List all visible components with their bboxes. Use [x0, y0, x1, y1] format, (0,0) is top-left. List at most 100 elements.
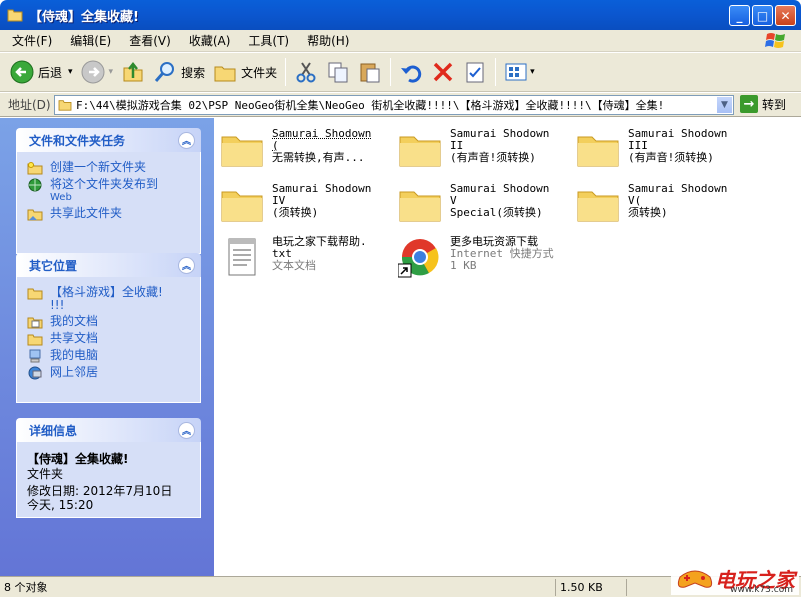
status-size: 1.50 KB — [560, 580, 603, 594]
place-label: 共享文档 — [50, 331, 99, 345]
text-document-icon — [228, 238, 256, 276]
maximize-button[interactable]: □ — [752, 5, 773, 26]
address-dropdown-icon[interactable]: ▼ — [716, 96, 733, 114]
collapse-icon[interactable]: ︽ — [178, 131, 195, 149]
folder-item[interactable]: Samurai Shodown IV (须转换) — [220, 183, 382, 225]
copy-button[interactable] — [322, 55, 354, 89]
place-shared-documents[interactable]: 共享文档 — [27, 332, 192, 346]
details-title: 详细信息 — [29, 423, 78, 438]
menu-bar: 文件(F) 编辑(E) 查看(V) 收藏(A) 工具(T) 帮助(H) — [0, 30, 801, 52]
watermark: 电玩之家 www.k73.com — [671, 561, 799, 595]
delete-button[interactable] — [427, 55, 459, 89]
title-bar[interactable]: 【侍魂】全集收藏! _ □ ✕ — [0, 0, 801, 30]
toolbar: 后退 ▾ ▾ 搜索 文件夹 ▾ — [0, 53, 801, 92]
search-label: 搜索 — [181, 65, 206, 80]
details-header[interactable]: 详细信息 ︽ — [16, 418, 201, 442]
undo-button[interactable] — [395, 55, 427, 89]
views-button[interactable]: ▾ — [500, 55, 539, 89]
watermark-url: www.k73.com — [730, 585, 793, 595]
back-dropdown-icon[interactable]: ▾ — [68, 67, 73, 77]
file-name-line2: (有声音!须转换) — [450, 151, 536, 164]
place-my-computer[interactable]: 我的电脑 — [27, 349, 192, 363]
place-parent-folder[interactable]: 【格斗游戏】全收藏!!!! — [27, 286, 192, 312]
other-places-header[interactable]: 其它位置 ︽ — [16, 253, 201, 277]
shortcut-item[interactable]: 更多电玩资源下载 Internet 快捷方式 1 KB — [398, 236, 560, 278]
collapse-icon[interactable]: ︽ — [178, 421, 195, 439]
search-icon — [154, 62, 175, 82]
go-label: 转到 — [762, 97, 787, 112]
place-network[interactable]: 网上邻居 — [27, 366, 192, 380]
folder-icon — [399, 136, 441, 167]
file-name-line2: (有声音!须转换) — [628, 151, 714, 164]
file-list[interactable]: Samurai Shodown (无需转换,有声... Samurai Shod… — [214, 118, 801, 576]
task-publish-web[interactable]: 将这个文件夹发布到 Web — [27, 178, 192, 204]
file-name: Samurai Shodown IV — [272, 182, 372, 207]
folder-icon — [7, 9, 23, 22]
new-folder-icon — [27, 162, 43, 175]
forward-dropdown-icon[interactable]: ▾ — [109, 67, 114, 77]
folder-item[interactable]: Samurai Shodown V Special(须转换) — [398, 183, 560, 225]
address-path: F:\44\模拟游戏合集 02\PSP NeoGeo街机全集\NeoGeo 街机… — [76, 99, 665, 112]
window-title: 【侍魂】全集收藏! — [29, 9, 139, 25]
address-input[interactable]: F:\44\模拟游戏合集 02\PSP NeoGeo街机全集\NeoGeo 街机… — [54, 95, 734, 115]
views-icon — [505, 63, 527, 81]
folder-item[interactable]: Samurai Shodown II (有声音!须转换) — [398, 128, 560, 170]
menu-file[interactable]: 文件(F) — [6, 32, 58, 49]
paste-icon — [360, 63, 380, 83]
my-computer-icon — [29, 349, 41, 363]
folder-icon — [27, 288, 43, 300]
close-button[interactable]: ✕ — [775, 5, 796, 26]
folders-button[interactable]: 文件夹 — [209, 55, 281, 89]
views-dropdown-icon[interactable]: ▾ — [530, 67, 535, 77]
menu-edit[interactable]: 编辑(E) — [64, 32, 117, 49]
task-label: 将这个文件夹发布到 — [50, 177, 159, 191]
folders-icon — [214, 66, 236, 82]
menu-help[interactable]: 帮助(H) — [301, 32, 355, 49]
file-tasks-header[interactable]: 文件和文件夹任务 ︽ — [16, 128, 201, 152]
folder-item[interactable]: Samurai Shodown (无需转换,有声... — [220, 128, 382, 170]
file-name: Samurai Shodown V( — [628, 182, 728, 207]
file-name-line2: Special(须转换) — [450, 206, 543, 219]
file-name: Samurai Shodown V — [450, 182, 550, 207]
chrome-shortcut-icon — [398, 239, 439, 278]
place-label: 网上邻居 — [50, 365, 99, 379]
folder-icon — [58, 100, 72, 111]
place-label: 【格斗游戏】全收藏! — [50, 285, 163, 299]
menu-tools[interactable]: 工具(T) — [242, 32, 295, 49]
folder-icon — [221, 136, 263, 167]
folder-item[interactable]: Samurai Shodown V(须转换) — [576, 183, 738, 225]
file-tasks-title: 文件和文件夹任务 — [29, 133, 126, 148]
task-label: 创建一个新文件夹 — [50, 160, 147, 174]
go-arrow-icon: → — [740, 95, 758, 113]
other-places-title: 其它位置 — [29, 258, 78, 273]
place-label: 我的文档 — [50, 314, 99, 328]
minimize-button[interactable]: _ — [729, 5, 750, 26]
forward-button[interactable]: ▾ — [77, 55, 118, 89]
paste-button[interactable] — [354, 55, 386, 89]
details-panel: 详细信息 ︽ 【侍魂】全集收藏! 文件夹 修改日期: 2012年7月10日 今天… — [16, 418, 201, 518]
task-new-folder[interactable]: 创建一个新文件夹 — [27, 161, 192, 175]
undo-icon — [401, 65, 422, 83]
back-button[interactable]: 后退 ▾ — [6, 55, 77, 89]
menu-favorites[interactable]: 收藏(A) — [183, 32, 237, 49]
search-button[interactable]: 搜索 — [149, 55, 209, 89]
go-button[interactable]: → 转到 — [740, 95, 786, 113]
up-folder-icon — [123, 61, 143, 82]
task-pane: 文件和文件夹任务 ︽ 创建一个新文件夹 将这个文件夹发布到 Web 共享此文件夹 … — [0, 118, 214, 576]
status-object-count: 8 个对象 — [4, 581, 48, 594]
file-size: 1 KB — [450, 259, 477, 272]
task-share-folder[interactable]: 共享此文件夹 — [27, 207, 192, 221]
status-separator — [626, 578, 627, 596]
place-my-documents[interactable]: 我的文档 — [27, 315, 192, 329]
menu-view[interactable]: 查看(V) — [123, 32, 177, 49]
up-folder-button[interactable] — [117, 55, 149, 89]
text-file-item[interactable]: 电玩之家下载帮助. txt 文本文档 — [220, 236, 382, 278]
folder-icon — [577, 191, 619, 222]
gamepad-logo-icon — [677, 570, 713, 588]
folder-item[interactable]: Samurai Shodown III (有声音!须转换) — [576, 128, 738, 170]
collapse-icon[interactable]: ︽ — [178, 256, 195, 274]
folders-label: 文件夹 — [241, 65, 278, 80]
file-name: Samurai Shodown III — [628, 127, 728, 152]
cut-button[interactable] — [290, 55, 322, 89]
properties-button[interactable] — [459, 55, 491, 89]
